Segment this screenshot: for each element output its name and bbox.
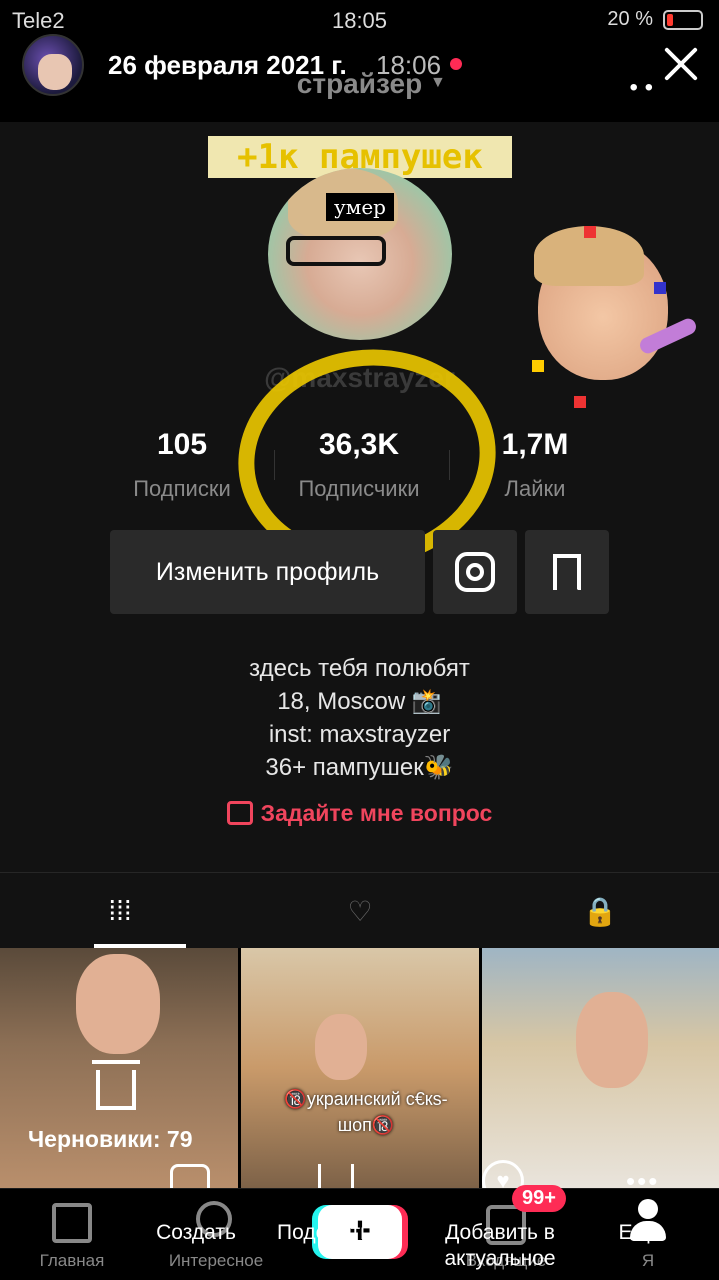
instagram-button[interactable] (433, 530, 517, 614)
bio-line: 36+ пампушек🐝 (265, 754, 454, 781)
status-right: 20 % (607, 8, 703, 31)
tab-private[interactable]: 🔒 (480, 873, 719, 949)
chevron-down-icon[interactable]: ▼ (430, 74, 446, 92)
drafts-tile[interactable]: Черновики: 79 (0, 948, 238, 1188)
lock-icon: 🔒 (582, 895, 618, 927)
bookmark-icon (553, 554, 581, 592)
story-create-label[interactable]: Создать (146, 1220, 246, 1246)
nav-home-label: Главная (39, 1251, 105, 1270)
liked-hidden-icon: ♡ (347, 895, 373, 927)
bio-line: здесь тебя полюбят (249, 655, 470, 682)
nav-discover-label: Интересное (168, 1251, 264, 1270)
edit-profile-button[interactable]: Изменить профиль (110, 530, 425, 614)
inbox-badge: 99+ (512, 1185, 566, 1212)
video-tile[interactable] (482, 948, 719, 1188)
battery-percent: 20 % (607, 8, 653, 30)
grid-icon: ⁞⁞⁞ (108, 895, 132, 926)
bio-line: 18, Moscow 📸 (277, 688, 442, 715)
drafts-label: Черновики: 79 (28, 1126, 193, 1152)
instagram-icon (455, 552, 495, 592)
story-highlight-label[interactable]: Добавить в актуальное (432, 1220, 568, 1272)
ask-question-label: Задайте мне вопрос (260, 800, 493, 826)
home-icon (52, 1203, 92, 1243)
nav-me-label: Я (641, 1251, 655, 1270)
photo-caption-sticker: умер (326, 193, 394, 221)
profile-username[interactable]: страйзер (0, 68, 719, 100)
video-grid: Черновики: 79 🔞украинский с€кs-шоп🔞 (0, 948, 719, 1188)
video-caption: 🔞украинский с€кs-шоп🔞 (284, 1089, 448, 1135)
bio-line: inst: maxstrayzer (268, 721, 451, 748)
profile-tabs: ⁞⁞⁞ ♡ 🔒 (0, 872, 719, 948)
story-share-label[interactable]: Поделиться (270, 1220, 400, 1246)
trash-icon (92, 1060, 140, 1110)
battery-icon (663, 9, 703, 30)
story-more-label[interactable]: Ещё (612, 1220, 668, 1246)
tab-videos[interactable]: ⁞⁞⁞ (0, 873, 240, 949)
tab-liked[interactable]: ♡ (240, 873, 480, 949)
video-tile[interactable]: 🔞украинский с€кs-шоп🔞 (241, 948, 479, 1188)
profile-topbar: страйзер ▼ (0, 60, 719, 110)
favorites-button[interactable] (525, 530, 609, 614)
question-icon (226, 801, 253, 825)
profile-bio: здесь тебя полюбят 18, Moscow 📸 inst: ma… (0, 652, 719, 784)
ask-question-link[interactable]: Задайте мне вопрос (0, 800, 719, 827)
